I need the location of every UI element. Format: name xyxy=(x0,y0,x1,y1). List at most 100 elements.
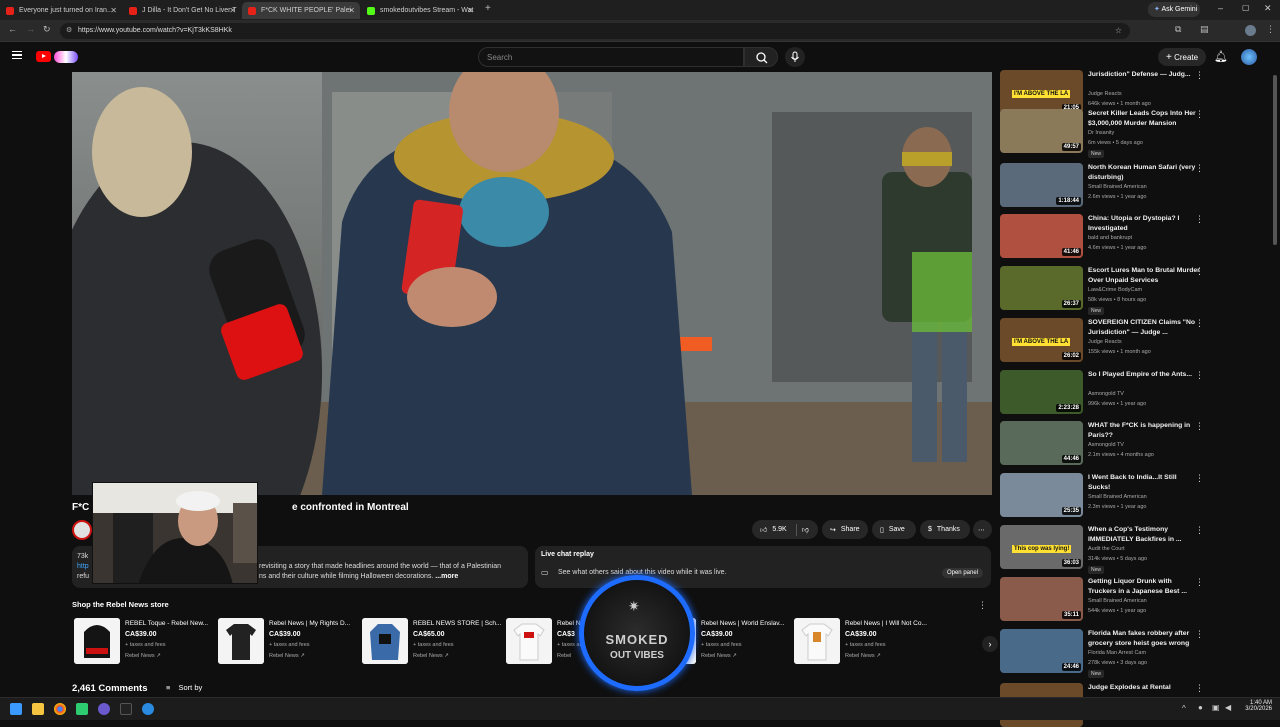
browser-tab[interactable]: Everyone just turned on Iran... ✕ xyxy=(0,2,122,19)
create-button[interactable]: + Create xyxy=(1158,48,1206,66)
more-actions-button[interactable]: ⋯ xyxy=(973,520,992,539)
more-vertical-icon[interactable]: ⋮ xyxy=(1195,214,1204,225)
more-vertical-icon[interactable]: ⋮ xyxy=(1195,683,1204,694)
sort-by-button[interactable]: ≡ Sort by xyxy=(166,683,202,692)
volume-icon[interactable]: ◀ xyxy=(1225,703,1231,712)
video-thumbnail[interactable]: This cop was lying! 36:03 xyxy=(1000,525,1083,569)
more-vertical-icon[interactable]: ⋮ xyxy=(1195,421,1204,432)
related-video-item[interactable]: I'M ABOVE THE LA 26:02 SOVEREIGN CITIZEN C… xyxy=(1000,318,1270,362)
thumbs-down-icon[interactable]: 👎︎ xyxy=(802,525,809,534)
channel-name[interactable]: Asmongold TV xyxy=(1088,442,1124,448)
more-vertical-icon[interactable]: ⋮ xyxy=(1195,370,1204,381)
shop-next-button[interactable]: › xyxy=(982,636,998,652)
related-video-title[interactable]: When a Cop's Testimony IMMEDIATELY Backf… xyxy=(1088,525,1200,544)
more-vertical-icon[interactable]: ⋮ xyxy=(1195,70,1204,81)
chrome-icon[interactable] xyxy=(54,703,66,715)
maximize-icon[interactable]: ▢ xyxy=(1242,3,1250,12)
close-window-icon[interactable]: ✕ xyxy=(1264,3,1272,14)
more-vertical-icon[interactable]: ⋮ xyxy=(1195,525,1204,536)
more-vertical-icon[interactable]: ⋮ xyxy=(1195,318,1204,329)
related-video-item[interactable]: 1:18:44 North Korean Human Safari (very d… xyxy=(1000,163,1270,207)
app-icon[interactable] xyxy=(120,703,132,715)
profile-avatar[interactable] xyxy=(1245,25,1256,36)
product-card[interactable]: REBEL Toque - Rebel New... CA$39.00 + ta… xyxy=(74,618,214,666)
related-video-item[interactable]: This cop was lying! 36:03 When a Cop's Tes… xyxy=(1000,525,1270,574)
related-video-title[interactable]: Jurisdiction" Defense — Judg... xyxy=(1088,70,1200,80)
related-video-item[interactable]: I'M ABOVE THE LA 21:05 Jurisdiction" Defen… xyxy=(1000,70,1270,114)
related-video-item[interactable]: 24:46 Florida Man fakes robbery after gro… xyxy=(1000,629,1270,678)
close-tab-icon[interactable]: ✕ xyxy=(110,6,117,15)
related-video-title[interactable]: Judge Explodes at Rental xyxy=(1088,683,1200,693)
video-thumbnail[interactable]: 35:11 xyxy=(1000,577,1083,621)
related-video-item[interactable]: 44:46 WHAT the F*CK is happening in Paris… xyxy=(1000,421,1270,465)
voice-search-button[interactable] xyxy=(785,47,805,67)
open-panel-button[interactable]: Open panel xyxy=(941,568,983,578)
close-tab-icon[interactable]: ✕ xyxy=(348,6,355,15)
mic-tray-icon[interactable]: ● xyxy=(1198,703,1203,712)
more-vertical-icon[interactable]: ⋮ xyxy=(1195,629,1204,640)
related-video-title[interactable]: WHAT the F*CK is happening in Paris?? xyxy=(1088,421,1200,440)
search-input[interactable]: Search xyxy=(478,47,744,67)
more-vertical-icon[interactable]: ⋮ xyxy=(1195,473,1204,484)
more-vertical-icon[interactable]: ⋮ xyxy=(1195,577,1204,588)
related-video-item[interactable]: 49:57 Secret Killer Leads Cops Into Her $… xyxy=(1000,109,1270,158)
video-thumbnail[interactable]: 49:57 xyxy=(1000,109,1083,153)
product-card[interactable]: REBEL NEWS STORE | Sch... CA$65.00 + tax… xyxy=(362,618,502,666)
channel-name[interactable]: Asmongold TV xyxy=(1088,391,1124,397)
file-explorer-icon[interactable] xyxy=(32,703,44,715)
taskbar-clock[interactable]: 1:40 AM 3/20/2026 xyxy=(1244,700,1272,712)
related-video-item[interactable]: 26:37 Escort Lures Man to Brutal Murder O… xyxy=(1000,266,1270,315)
related-video-title[interactable]: I Went Back to India...It Still Sucks! xyxy=(1088,473,1200,492)
product-card[interactable]: Rebel News | My Rights D... CA$39.00 + t… xyxy=(218,618,358,666)
video-thumbnail[interactable]: 44:46 xyxy=(1000,421,1083,465)
video-thumbnail[interactable]: 26:37 xyxy=(1000,266,1083,310)
minimize-icon[interactable]: – xyxy=(1218,3,1223,13)
back-icon[interactable]: ← xyxy=(8,24,17,34)
video-thumbnail[interactable]: 25:35 xyxy=(1000,473,1083,517)
channel-name[interactable]: Small Brained American xyxy=(1088,494,1147,500)
thanks-button[interactable]: $ Thanks xyxy=(920,520,970,539)
more-vertical-icon[interactable]: ⋮ xyxy=(1195,163,1204,174)
channel-name[interactable]: Law&Crime BodyCam xyxy=(1088,287,1142,293)
desc-link[interactable]: http xyxy=(77,562,89,572)
related-video-title[interactable]: Escort Lures Man to Brutal Murder Over U… xyxy=(1088,266,1200,285)
related-video-title[interactable]: So I Played Empire of the Ants... xyxy=(1088,370,1200,380)
bookmark-star-icon[interactable]: ☆ xyxy=(1115,26,1122,35)
network-icon[interactable]: ▣ xyxy=(1212,703,1220,712)
ask-gemini-button[interactable]: ✦ Ask Gemini xyxy=(1148,2,1200,17)
windows-start-icon[interactable] xyxy=(10,703,22,715)
video-player[interactable] xyxy=(72,72,992,495)
channel-name[interactable]: Judge Reacts xyxy=(1088,339,1122,345)
search-button[interactable] xyxy=(744,47,778,67)
video-thumbnail[interactable]: I'M ABOVE THE LA 21:05 xyxy=(1000,70,1083,114)
reload-icon[interactable]: ↻ xyxy=(43,24,51,35)
channel-name[interactable]: Small Brained American xyxy=(1088,598,1147,604)
related-video-title[interactable]: North Korean Human Safari (very disturbi… xyxy=(1088,163,1200,182)
channel-name[interactable]: Small Brained American xyxy=(1088,184,1147,190)
close-tab-icon[interactable]: ✕ xyxy=(229,6,236,15)
related-video-title[interactable]: Secret Killer Leads Cops Into Her $3,000… xyxy=(1088,109,1200,128)
channel-avatar[interactable] xyxy=(72,520,92,540)
account-avatar[interactable] xyxy=(1241,49,1257,65)
related-video-item[interactable]: 2:23:28 So I Played Empire of the Ants...… xyxy=(1000,370,1270,414)
related-video-item[interactable]: 41:46 China: Utopia or Dystopia? I Invest… xyxy=(1000,214,1270,258)
extensions-icon[interactable]: ⧉ xyxy=(1175,24,1181,35)
related-video-item[interactable]: 35:11 Getting Liquor Drunk with Truckers … xyxy=(1000,577,1270,621)
discord-icon[interactable] xyxy=(98,703,110,715)
page-scrollbar[interactable] xyxy=(1273,75,1277,245)
address-bar[interactable]: ⚙ https://www.youtube.com/watch?v=KjT3kK… xyxy=(60,23,1130,39)
related-video-item[interactable]: 25:35 I Went Back to India...It Still Suc… xyxy=(1000,473,1270,517)
video-thumbnail[interactable]: I'M ABOVE THE LA 26:02 xyxy=(1000,318,1083,362)
share-button[interactable]: ↪ Share xyxy=(822,520,868,539)
related-video-title[interactable]: Getting Liquor Drunk with Truckers in a … xyxy=(1088,577,1200,596)
browser-tab[interactable]: smokedoutvibes Stream - Wat ✕ xyxy=(361,2,479,19)
youtube-logo-icon[interactable] xyxy=(36,51,51,62)
like-button[interactable]: 👍︎ 5.9K 👎︎ xyxy=(752,520,818,539)
site-info-icon[interactable]: ⚙ xyxy=(66,26,72,34)
video-thumbnail[interactable]: 1:18:44 xyxy=(1000,163,1083,207)
forward-icon[interactable]: → xyxy=(26,24,35,34)
related-video-title[interactable]: Florida Man fakes robbery after grocery … xyxy=(1088,629,1200,648)
more-vertical-icon[interactable]: ⋮ xyxy=(1195,266,1204,277)
more-link[interactable]: ...more xyxy=(435,573,458,580)
channel-name[interactable]: Audit the Court xyxy=(1088,546,1125,552)
